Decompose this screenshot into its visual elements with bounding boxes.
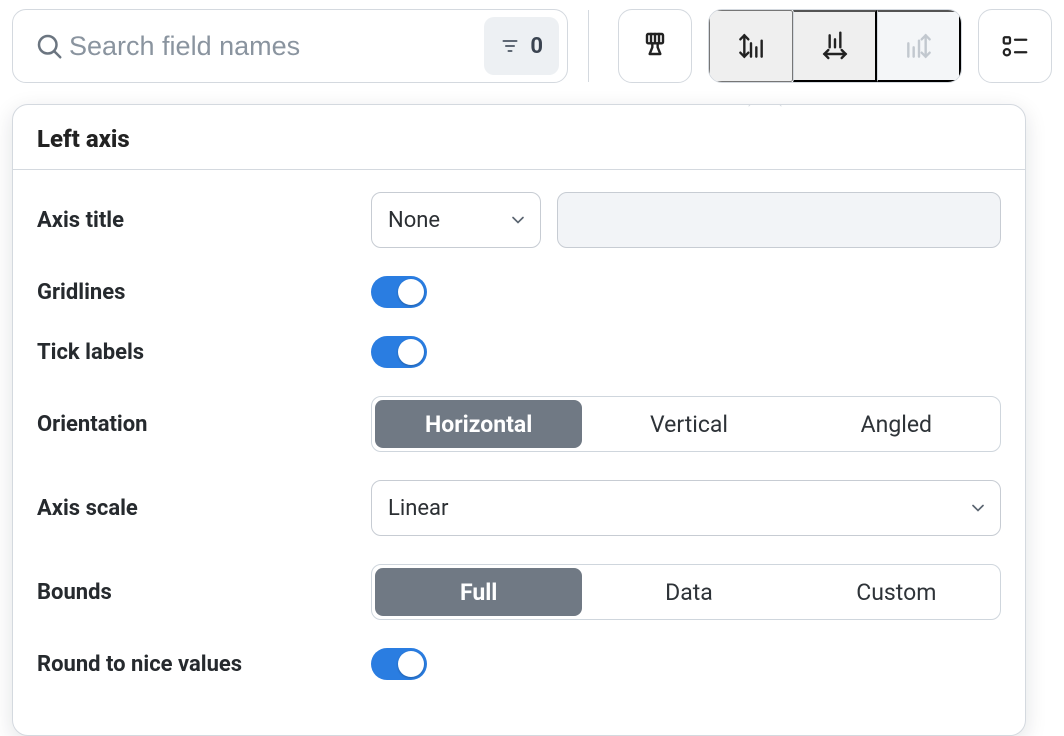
round-nice-label: Round to nice values <box>37 652 353 677</box>
bottom-axis-button[interactable] <box>793 10 877 82</box>
gridlines-label: Gridlines <box>37 280 353 305</box>
bounds-option-custom[interactable]: Custom <box>793 568 1000 616</box>
search-icon <box>31 28 67 64</box>
top-bar: 0 <box>0 0 1064 94</box>
brush-icon <box>639 30 671 62</box>
filter-count-value: 0 <box>530 34 543 59</box>
chevron-down-icon <box>968 498 988 518</box>
row-gridlines: Gridlines <box>31 262 1007 322</box>
bounds-option-data[interactable]: Data <box>585 568 792 616</box>
search-input[interactable] <box>67 10 474 82</box>
filter-count-chip[interactable]: 0 <box>484 17 559 75</box>
orientation-segmented: Horizontal Vertical Angled <box>371 396 1001 452</box>
tick-labels-label: Tick labels <box>37 340 353 365</box>
axis-scale-label: Axis scale <box>37 496 353 521</box>
filter-icon <box>500 36 520 56</box>
row-bounds: Bounds Full Data Custom <box>31 550 1007 634</box>
axis-scale-select[interactable]: Linear <box>371 480 1001 536</box>
orientation-option-vertical[interactable]: Vertical <box>585 400 792 448</box>
axis-title-label: Axis title <box>37 208 353 233</box>
legend-icon <box>1000 31 1030 61</box>
row-axis-title: Axis title None <box>31 178 1007 262</box>
axis-scale-value: Linear <box>388 496 448 521</box>
left-axis-icon <box>735 30 767 62</box>
bounds-option-full[interactable]: Full <box>375 568 582 616</box>
bounds-segmented: Full Data Custom <box>371 564 1001 620</box>
left-axis-panel: Left axis Axis title None Gridlines Tick <box>12 104 1026 736</box>
orientation-label: Orientation <box>37 412 353 437</box>
row-orientation: Orientation Horizontal Vertical Angled <box>31 382 1007 466</box>
row-axis-scale: Axis scale Linear <box>31 466 1007 550</box>
search-field-wrap: 0 <box>12 9 568 83</box>
row-tick-labels: Tick labels <box>31 322 1007 382</box>
axis-title-input[interactable] <box>557 192 1001 248</box>
axis-button-group <box>708 9 962 83</box>
right-axis-button <box>877 10 961 82</box>
tick-labels-toggle[interactable] <box>371 336 427 368</box>
round-nice-toggle[interactable] <box>371 648 427 680</box>
orientation-option-angled[interactable]: Angled <box>793 400 1000 448</box>
style-brush-button[interactable] <box>618 9 692 83</box>
orientation-option-horizontal[interactable]: Horizontal <box>375 400 582 448</box>
bounds-label: Bounds <box>37 580 353 605</box>
chevron-down-icon <box>508 210 528 230</box>
gridlines-toggle[interactable] <box>371 276 427 308</box>
bottom-axis-icon <box>819 30 851 62</box>
row-round-nice: Round to nice values <box>31 634 1007 694</box>
vertical-divider <box>588 10 589 82</box>
axis-title-mode-select[interactable]: None <box>371 192 541 248</box>
legend-button[interactable] <box>978 9 1052 83</box>
left-axis-button[interactable] <box>709 10 793 82</box>
chart-toolbar <box>618 9 1052 83</box>
axis-title-mode-value: None <box>388 208 440 233</box>
panel-title: Left axis <box>13 105 1025 170</box>
right-axis-icon <box>903 30 935 62</box>
